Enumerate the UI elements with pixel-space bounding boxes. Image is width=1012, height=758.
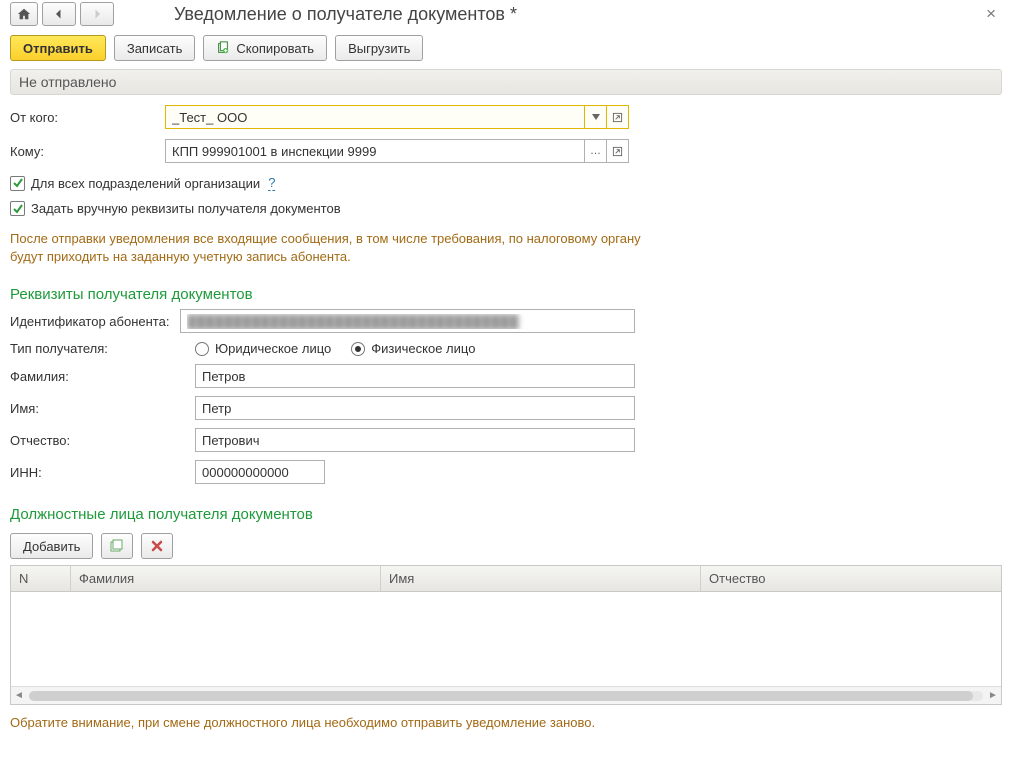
radio-person[interactable]	[351, 342, 365, 356]
to-select-button[interactable]: …	[585, 139, 607, 163]
manual-req-checkbox[interactable]	[10, 201, 25, 216]
delete-row-button[interactable]	[141, 533, 173, 559]
scroll-left-icon[interactable]: ◄	[11, 690, 27, 701]
arrow-right-icon	[90, 8, 104, 20]
table-body[interactable]	[11, 592, 1001, 686]
from-input[interactable]	[165, 105, 585, 129]
all-divisions-label: Для всех подразделений организации	[31, 176, 260, 191]
firstname-label: Имя:	[10, 401, 195, 416]
horizontal-scrollbar[interactable]: ◄ ►	[11, 686, 1001, 704]
inn-input[interactable]	[195, 460, 325, 484]
open-icon	[612, 112, 623, 123]
back-button[interactable]	[42, 2, 76, 26]
home-icon	[17, 7, 31, 21]
status-bar: Не отправлено	[10, 69, 1002, 95]
copy-row-icon	[109, 538, 125, 554]
from-dropdown-button[interactable]	[585, 105, 607, 129]
write-button[interactable]: Записать	[114, 35, 196, 61]
scroll-right-icon[interactable]: ►	[985, 690, 1001, 701]
checkmark-icon	[12, 203, 24, 215]
scroll-track[interactable]	[29, 691, 983, 701]
radio-legal-label: Юридическое лицо	[215, 341, 331, 356]
home-button[interactable]	[10, 2, 38, 26]
to-open-button[interactable]	[607, 139, 629, 163]
col-n[interactable]: N	[11, 566, 71, 591]
arrow-left-icon	[52, 8, 66, 20]
close-button[interactable]: ×	[980, 4, 1002, 24]
radio-person-label: Физическое лицо	[371, 341, 475, 356]
chevron-down-icon	[592, 114, 600, 120]
copy-button[interactable]: Скопировать	[203, 35, 327, 61]
abonent-id-input[interactable]	[180, 309, 635, 333]
copy-icon	[216, 41, 230, 55]
from-open-button[interactable]	[607, 105, 629, 129]
col-middlename[interactable]: Отчество	[701, 566, 1001, 591]
notice-text: После отправки уведомления все входящие …	[0, 220, 660, 272]
radio-legal[interactable]	[195, 342, 209, 356]
to-label: Кому:	[10, 144, 165, 159]
firstname-input[interactable]	[195, 396, 635, 420]
middlename-label: Отчество:	[10, 433, 195, 448]
recipient-type-label: Тип получателя:	[10, 341, 195, 356]
scroll-thumb[interactable]	[29, 691, 973, 701]
duplicate-row-button[interactable]	[101, 533, 133, 559]
footnote: Обратите внимание, при смене должностног…	[0, 705, 1012, 736]
middlename-input[interactable]	[195, 428, 635, 452]
from-label: От кого:	[10, 110, 165, 125]
officials-section-title: Должностные лица получателя документов	[0, 492, 1012, 529]
recipient-section-title: Реквизиты получателя документов	[0, 272, 1012, 309]
add-button[interactable]: Добавить	[10, 533, 93, 559]
col-lastname[interactable]: Фамилия	[71, 566, 381, 591]
officials-table: N Фамилия Имя Отчество ◄ ►	[10, 565, 1002, 705]
help-link[interactable]: ?	[268, 175, 275, 191]
export-button[interactable]: Выгрузить	[335, 35, 423, 61]
table-header: N Фамилия Имя Отчество	[11, 566, 1001, 592]
copy-label: Скопировать	[236, 41, 314, 56]
all-divisions-checkbox[interactable]	[10, 176, 25, 191]
checkmark-icon	[12, 177, 24, 189]
forward-button	[80, 2, 114, 26]
window-title: Уведомление о получателе документов *	[114, 4, 980, 25]
lastname-label: Фамилия:	[10, 369, 195, 384]
send-button[interactable]: Отправить	[10, 35, 106, 61]
to-input[interactable]	[165, 139, 585, 163]
inn-label: ИНН:	[10, 465, 195, 480]
col-firstname[interactable]: Имя	[381, 566, 701, 591]
abonent-id-label: Идентификатор абонента:	[10, 314, 180, 329]
delete-icon	[150, 539, 164, 553]
manual-req-label: Задать вручную реквизиты получателя доку…	[31, 201, 341, 216]
open-icon	[612, 146, 623, 157]
lastname-input[interactable]	[195, 364, 635, 388]
